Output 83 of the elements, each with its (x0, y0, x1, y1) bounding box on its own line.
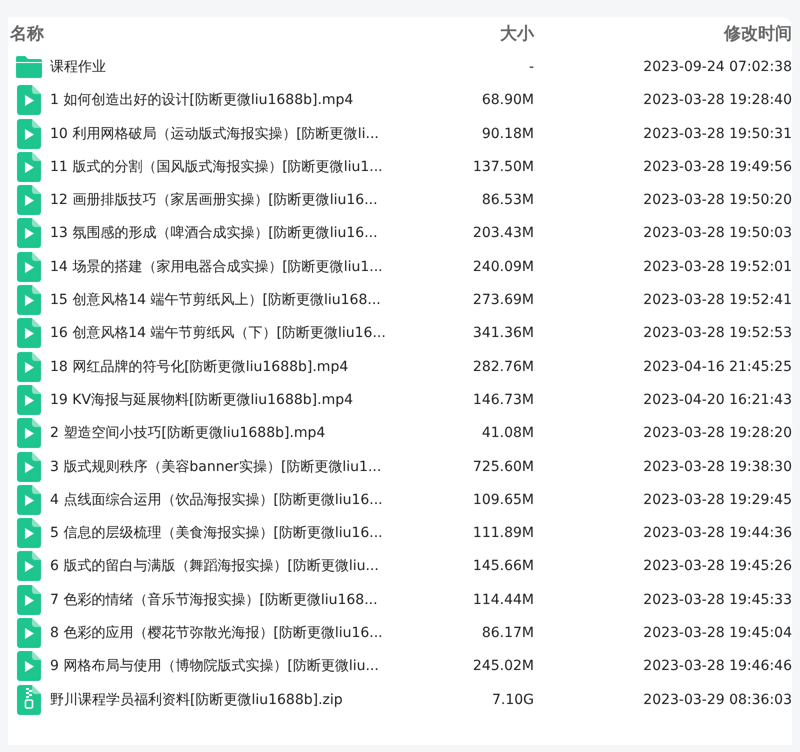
modified-time: 2023-03-29 08:36:03 (643, 692, 792, 708)
file-size: 203.43M (472, 225, 534, 242)
file-name[interactable]: 12 画册排版技巧（家居画册实操）[防断更微liu16... (50, 192, 378, 208)
video-file-icon (17, 318, 41, 348)
modified-time: 2023-04-16 21:45:25 (643, 358, 792, 375)
modified-time: 2023-03-28 19:45:26 (643, 558, 792, 574)
file-size: 240.09M (472, 258, 534, 275)
file-size: 282.76M (472, 358, 534, 375)
file-name[interactable]: 16 创意风格14 端午节剪纸风（下）[防断更微liu16... (50, 325, 386, 342)
modified-time: 2023-03-28 19:28:40 (643, 92, 792, 108)
video-file-icon (17, 484, 41, 515)
modified-time: 2023-03-28 19:52:41 (643, 292, 792, 308)
column-header: 名称 (8, 22, 44, 46)
modified-time: 2023-03-28 19:49:56 (643, 158, 792, 175)
video-file-icon (17, 418, 41, 448)
file-size: 7.10G (492, 692, 534, 708)
file-name[interactable]: 11 版式的分割（国风版式海报实操）[防断更微liu1... (50, 158, 383, 175)
video-file-icon (17, 618, 41, 648)
file-size: 725.60M (472, 458, 534, 474)
modified-time: 2023-03-28 19:45:33 (643, 592, 792, 608)
modified-time: 2023-03-28 19:50:03 (643, 225, 792, 242)
file-size: 273.69M (472, 292, 534, 308)
file-size: 86.53M (482, 192, 534, 208)
file-name[interactable]: 15 创意风格14 端午节剪纸风上）[防断更微liu168... (50, 292, 381, 308)
video-file-icon (17, 85, 41, 116)
modified-time: 2023-09-24 07:02:38 (643, 58, 792, 75)
file-size: - (528, 58, 534, 75)
file-name[interactable]: 1 如何创造出好的设计[防断更微liu1688b].mp4 (50, 92, 354, 108)
video-file-icon (17, 218, 41, 248)
modified-time: 2023-03-28 19:44:36 (643, 525, 792, 542)
modified-time: 2023-03-28 19:38:30 (643, 458, 792, 474)
video-file-icon (17, 352, 41, 382)
video-file-icon (17, 185, 41, 216)
file-size: 245.02M (472, 658, 534, 674)
file-name[interactable]: 7 色彩的情绪（音乐节海报实操）[防断更微liu168... (50, 592, 378, 608)
file-size: 341.36M (472, 325, 534, 342)
file-size: 114.44M (472, 592, 534, 608)
file-name[interactable]: 14 场景的搭建（家用电器合成实操）[防断更微liu1... (50, 258, 383, 275)
modified-time: 2023-03-28 19:50:20 (643, 192, 792, 208)
file-name[interactable]: 8 色彩的应用（樱花节弥散光海报）[防断更微liu16... (50, 624, 383, 641)
file-name[interactable]: 3 版式规则秩序（美容banner实操）[防断更微liu1... (50, 458, 382, 474)
column-header: 大小 (500, 22, 534, 46)
file-name[interactable]: 9 网格布局与使用（博物院版式实操）[防断更微liu... (50, 658, 379, 674)
modified-time: 2023-03-28 19:28:20 (643, 425, 792, 442)
video-file-icon (17, 651, 41, 682)
file-size: 68.90M (482, 92, 534, 108)
file-size: 146.73M (472, 392, 534, 408)
column-header: 修改时间 (724, 22, 792, 46)
file-name[interactable]: 野川课程学员福利资料[防断更微liu1688b].zip (50, 692, 343, 708)
file-name[interactable]: 2 塑造空间小技巧[防断更微liu1688b].mp4 (50, 425, 326, 442)
file-size: 109.65M (472, 492, 534, 508)
video-file-icon (17, 285, 41, 316)
file-name[interactable]: 19 KV海报与延展物料[防断更微liu1688b].mp4 (50, 392, 353, 408)
file-name[interactable]: 18 网红品牌的符号化[防断更微liu1688b].mp4 (50, 358, 348, 375)
file-name[interactable]: 13 氛围感的形成（啤酒合成实操）[防断更微liu16... (50, 225, 378, 242)
modified-time: 2023-03-28 19:45:04 (643, 624, 792, 641)
video-file-icon (17, 384, 41, 415)
video-file-icon (17, 252, 41, 282)
file-name[interactable]: 5 信息的层级梳理（美食海报实操）[防断更微liu16... (50, 525, 383, 542)
modified-time: 2023-04-20 16:21:43 (643, 392, 792, 408)
modified-time: 2023-03-28 19:52:01 (643, 258, 792, 275)
file-size: 145.66M (472, 558, 534, 574)
file-name[interactable]: 10 利用网格破局（运动版式海报实操）[防断更微li... (50, 126, 379, 142)
file-size: 137.50M (472, 158, 534, 175)
modified-time: 2023-03-28 19:52:53 (643, 325, 792, 342)
video-file-icon (17, 452, 41, 482)
file-size: 111.89M (472, 525, 534, 542)
video-file-icon (17, 118, 41, 149)
folder-icon (15, 54, 43, 79)
modified-time: 2023-03-28 19:46:46 (643, 658, 792, 674)
video-file-icon (17, 518, 41, 548)
video-file-icon (17, 584, 41, 615)
video-file-icon (17, 152, 41, 182)
file-name[interactable]: 课程作业 (50, 58, 106, 75)
file-name[interactable]: 4 点线面综合运用（饮品海报实操）[防断更微liu16... (50, 492, 383, 508)
video-file-icon (17, 551, 41, 582)
modified-time: 2023-03-28 19:50:31 (643, 126, 792, 142)
file-name[interactable]: 6 版式的留白与满版（舞蹈海报实操）[防断更微liu... (50, 558, 379, 574)
zip-file-icon (17, 684, 41, 715)
file-size: 41.08M (482, 425, 534, 442)
modified-time: 2023-03-28 19:29:45 (643, 492, 792, 508)
file-size: 86.17M (482, 624, 534, 641)
file-size: 90.18M (482, 126, 534, 142)
